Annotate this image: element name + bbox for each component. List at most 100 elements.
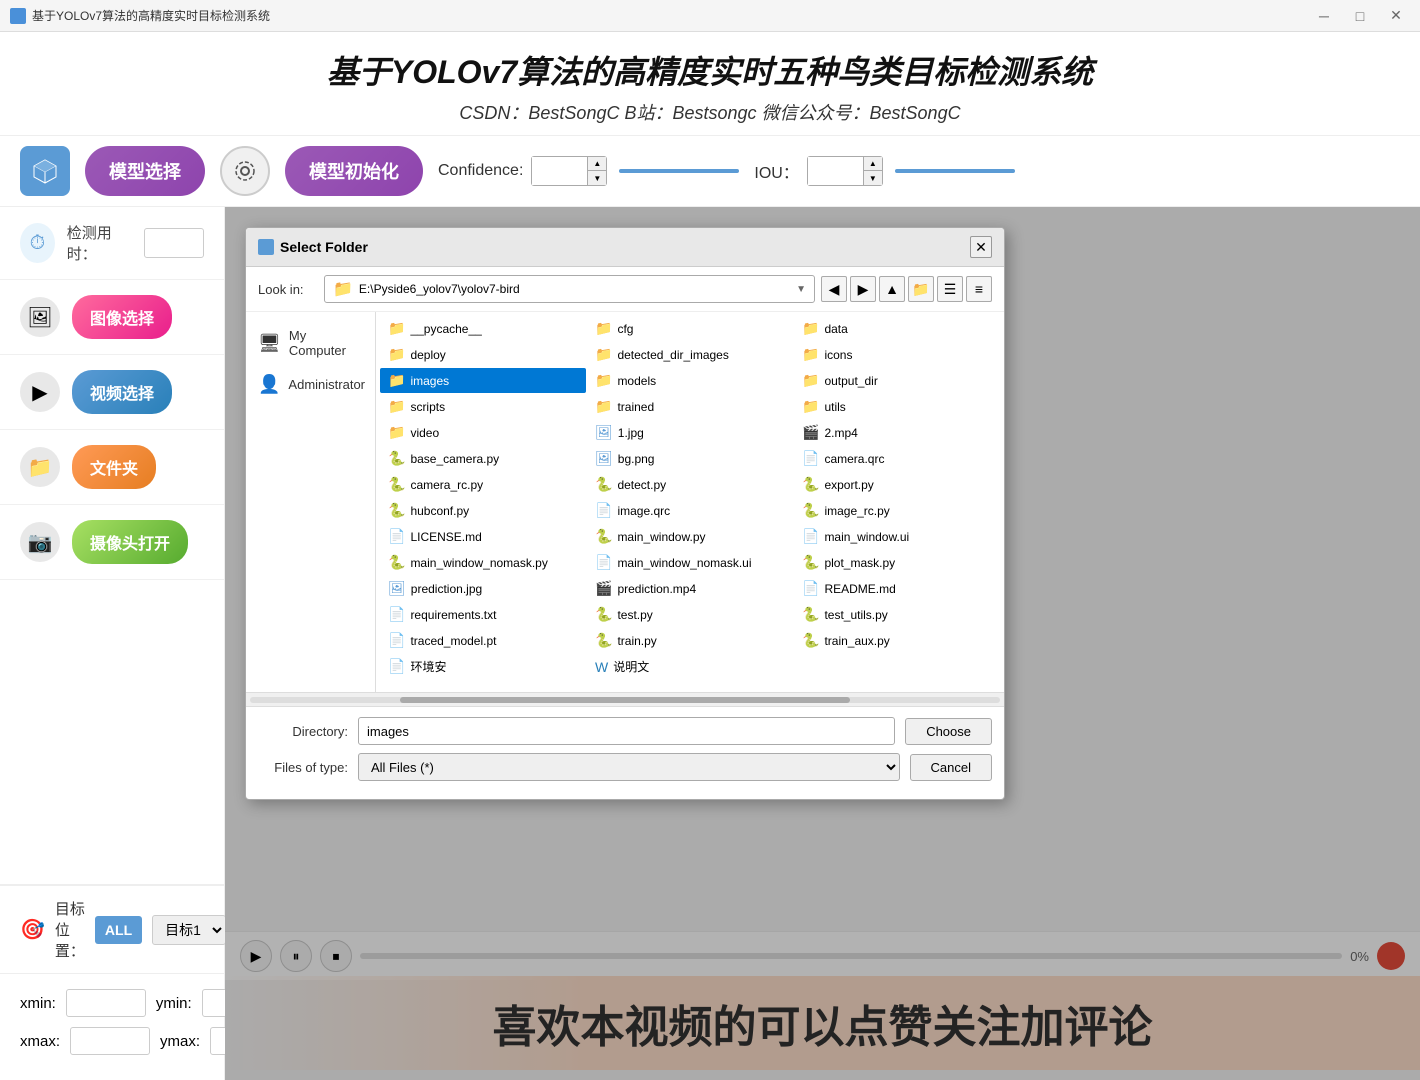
timer-input[interactable] <box>144 228 204 258</box>
nav-back-button[interactable]: ◀ <box>821 276 847 302</box>
files-type-select[interactable]: All Files (*) <box>358 753 900 781</box>
target-dropdown[interactable]: 目标1 <box>152 915 226 945</box>
cancel-button[interactable]: Cancel <box>910 754 992 781</box>
maximize-button[interactable]: □ <box>1346 6 1374 26</box>
file-name-main-nomask-ui: main_window_nomask.ui <box>617 556 751 570</box>
dialog-shortcuts: 🖥 My Computer 👤 Administrator <box>246 312 376 692</box>
file-item-2mp4[interactable]: 🎬 2.mp4 <box>794 420 1000 445</box>
file-name-detected: detected_dir_images <box>617 348 728 362</box>
iou-input[interactable]: 0.40 <box>808 157 863 185</box>
file-item-models[interactable]: 📁 models <box>587 368 793 393</box>
camera-section: 📷 摄像头打开 <box>0 505 224 580</box>
iou-label: IOU： <box>754 159 798 183</box>
video-select-button[interactable]: 视频选择 <box>72 370 172 414</box>
file-item-test[interactable]: 🐍 test.py <box>587 602 793 627</box>
file-item-license[interactable]: 📄 LICENSE.md <box>380 524 586 549</box>
file-item-main-nomask-py[interactable]: 🐍 main_window_nomask.py <box>380 550 586 575</box>
file-button[interactable]: 文件夹 <box>72 445 156 489</box>
file-item-test-utils[interactable]: 🐍 test_utils.py <box>794 602 1000 627</box>
settings-icon-button[interactable] <box>220 146 270 196</box>
dialog-scroll-bar[interactable] <box>246 692 1004 706</box>
file-item-bg[interactable]: 🖼 bg.png <box>587 446 793 471</box>
file-item-huanjing[interactable]: 📄 环境安 <box>380 654 586 679</box>
file-item-image-rc[interactable]: 🐍 image_rc.py <box>794 498 1000 523</box>
file-item-icons[interactable]: 📁 icons <box>794 342 1000 367</box>
iou-down-button[interactable]: ▼ <box>864 171 882 185</box>
choose-button[interactable]: Choose <box>905 718 992 745</box>
file-item-scripts[interactable]: 📁 scripts <box>380 394 586 419</box>
file-item-base-camera[interactable]: 🐍 base_camera.py <box>380 446 586 471</box>
target-all-button[interactable]: ALL <box>95 916 142 944</box>
file-item-train-aux[interactable]: 🐍 train_aux.py <box>794 628 1000 653</box>
file-item-detected[interactable]: 📁 detected_dir_images <box>587 342 793 367</box>
file-item-detect[interactable]: 🐍 detect.py <box>587 472 793 497</box>
file-item-hubconf[interactable]: 🐍 hubconf.py <box>380 498 586 523</box>
file-item-trained[interactable]: 📁 trained <box>587 394 793 419</box>
file-name-icons: icons <box>824 348 852 362</box>
dialog-title-left: Select Folder <box>258 239 368 255</box>
file-item-plot-mask[interactable]: 🐍 plot_mask.py <box>794 550 1000 575</box>
file-item-images[interactable]: 📁 images <box>380 368 586 393</box>
nav-view-list-button[interactable]: ☰ <box>937 276 963 302</box>
folder-icon-trained: 📁 <box>595 398 612 415</box>
file-item-output[interactable]: 📁 output_dir <box>794 368 1000 393</box>
file-item-requirements[interactable]: 📄 requirements.txt <box>380 602 586 627</box>
dialog-file-list[interactable]: 📁 __pycache__ 📁 cfg 📁 data <box>376 312 1004 692</box>
python-icon-base-camera: 🐍 <box>388 450 405 467</box>
file-item-prediction-mp4[interactable]: 🎬 prediction.mp4 <box>587 576 793 601</box>
minimize-button[interactable]: ─ <box>1310 6 1338 26</box>
xmin-input[interactable] <box>66 989 146 1017</box>
nav-new-folder-button[interactable]: 📁 <box>908 276 934 302</box>
file-item-camera-qrc[interactable]: 📄 camera.qrc <box>794 446 1000 471</box>
file-item-pycache[interactable]: 📁 __pycache__ <box>380 316 586 341</box>
model-select-button[interactable]: 模型选择 <box>85 146 205 196</box>
shortcut-administrator[interactable]: 👤 Administrator <box>246 366 375 403</box>
file-item-shuoming[interactable]: W 说明文 <box>587 654 793 679</box>
folder-icon-icons: 📁 <box>802 346 819 363</box>
file-item-main-nomask-ui[interactable]: 📄 main_window_nomask.ui <box>587 550 793 575</box>
file-item-data[interactable]: 📁 data <box>794 316 1000 341</box>
file-item-camera-rc[interactable]: 🐍 camera_rc.py <box>380 472 586 497</box>
image-select-button[interactable]: 图像选择 <box>72 295 172 339</box>
file-item-utils[interactable]: 📁 utils <box>794 394 1000 419</box>
model-init-button[interactable]: 模型初始化 <box>285 146 423 196</box>
file-item-deploy[interactable]: 📁 deploy <box>380 342 586 367</box>
folder-icon-utils: 📁 <box>802 398 819 415</box>
directory-input[interactable]: images <box>358 717 895 745</box>
camera-button[interactable]: 摄像头打开 <box>72 520 188 564</box>
iou-slider[interactable] <box>895 169 1015 173</box>
file-item-cfg[interactable]: 📁 cfg <box>587 316 793 341</box>
file-item-traced-model[interactable]: 📄 traced_model.pt <box>380 628 586 653</box>
file-item-1jpg[interactable]: 🖼 1.jpg <box>587 420 793 445</box>
xmax-input[interactable] <box>70 1027 150 1055</box>
confidence-up-button[interactable]: ▲ <box>588 157 606 171</box>
file-item-export[interactable]: 🐍 export.py <box>794 472 1000 497</box>
text-icon-huanjing: 📄 <box>388 658 405 675</box>
lookin-path-display: 📁 E:\Pyside6_yolov7\yolov7-bird ▼ <box>324 275 815 303</box>
shortcut-my-computer-label: My Computer <box>289 328 363 358</box>
file-item-video-dir[interactable]: 📁 video <box>380 420 586 445</box>
confidence-input[interactable]: 0.25 <box>532 157 587 185</box>
shortcut-my-computer[interactable]: 🖥 My Computer <box>246 320 375 366</box>
file-section: 📁 文件夹 <box>0 430 224 505</box>
nav-forward-button[interactable]: ▶ <box>850 276 876 302</box>
sidebar-bottom: 🎯 目标位置： ALL 目标1 xmin: ymin: <box>0 884 224 1080</box>
confidence-down-button[interactable]: ▼ <box>588 171 606 185</box>
cube-icon-button[interactable] <box>20 146 70 196</box>
file-item-image-qrc[interactable]: 📄 image.qrc <box>587 498 793 523</box>
python-icon-test: 🐍 <box>595 606 612 623</box>
confidence-slider[interactable] <box>619 169 739 173</box>
text-icon-main-nomask-ui: 📄 <box>595 554 612 571</box>
file-item-main-window[interactable]: 🐍 main_window.py <box>587 524 793 549</box>
close-button[interactable]: ✕ <box>1382 6 1410 26</box>
file-item-train[interactable]: 🐍 train.py <box>587 628 793 653</box>
file-item-prediction-jpg[interactable]: 🖼 prediction.jpg <box>380 576 586 601</box>
file-item-readme[interactable]: 📄 README.md <box>794 576 1000 601</box>
file-item-main-window-ui[interactable]: 📄 main_window.ui <box>794 524 1000 549</box>
file-name-hubconf: hubconf.py <box>410 504 469 518</box>
folder-icon-data: 📁 <box>802 320 819 337</box>
dialog-close-button[interactable]: ✕ <box>970 236 992 258</box>
iou-up-button[interactable]: ▲ <box>864 157 882 171</box>
nav-view-detail-button[interactable]: ≡ <box>966 276 992 302</box>
nav-up-button[interactable]: ▲ <box>879 276 905 302</box>
